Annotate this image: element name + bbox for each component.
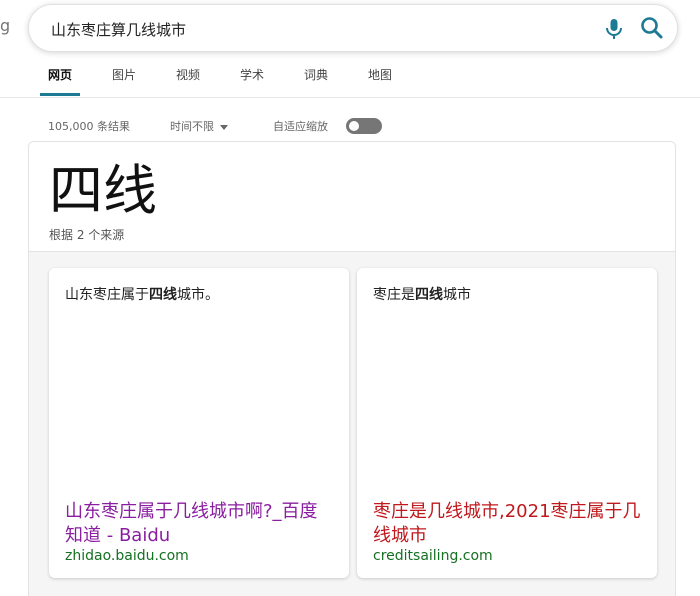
time-filter-label: 时间不限 bbox=[170, 120, 214, 133]
snippet-text: 山东枣庄属于 bbox=[65, 287, 149, 303]
tab-maps[interactable]: 地图 bbox=[360, 60, 400, 96]
tab-videos[interactable]: 视频 bbox=[168, 60, 208, 96]
snippet-highlight: 四线 bbox=[149, 287, 177, 303]
answer-source-note: 根据 2 个来源 bbox=[49, 228, 125, 242]
tab-label: 视频 bbox=[176, 68, 201, 82]
source-card: 山东枣庄属于四线城市。 山东枣庄属于几线城市啊?_百度知道 - Baidu zh… bbox=[49, 268, 349, 578]
tab-label: 词典 bbox=[304, 68, 329, 82]
tab-label: 网页 bbox=[48, 68, 73, 82]
tab-academic[interactable]: 学术 bbox=[232, 60, 272, 96]
tab-images[interactable]: 图片 bbox=[104, 60, 144, 96]
source-card: 枣庄是四线城市 枣庄是几线城市,2021枣庄属于几线城市 creditsaili… bbox=[357, 268, 657, 578]
microphone-icon[interactable] bbox=[603, 17, 625, 41]
search-icon[interactable] bbox=[639, 15, 665, 41]
snippet-text: 城市。 bbox=[177, 287, 219, 303]
tabs-divider bbox=[0, 97, 700, 98]
card-link-title[interactable]: 山东枣庄属于几线城市啊?_百度知道 - Baidu bbox=[65, 500, 335, 548]
adaptive-zoom-toggle[interactable] bbox=[346, 118, 382, 134]
search-box[interactable] bbox=[28, 4, 678, 52]
tab-label: 地图 bbox=[368, 68, 393, 82]
card-domain[interactable]: zhidao.baidu.com bbox=[65, 548, 189, 564]
chevron-down-icon bbox=[220, 124, 228, 130]
tab-label: 图片 bbox=[112, 68, 137, 82]
card-link-title[interactable]: 枣庄是几线城市,2021枣庄属于几线城市 bbox=[373, 500, 643, 548]
card-snippet: 山东枣庄属于四线城市。 bbox=[65, 286, 333, 304]
answer-title: 四线 bbox=[49, 159, 157, 222]
adaptive-zoom-label: 自适应缩放 bbox=[273, 120, 328, 133]
tab-dictionary[interactable]: 词典 bbox=[296, 60, 336, 96]
time-filter-dropdown[interactable]: 时间不限 bbox=[170, 118, 228, 134]
snippet-highlight: 四线 bbox=[415, 287, 443, 303]
card-snippet: 枣庄是四线城市 bbox=[373, 286, 641, 304]
snippet-text: 枣庄是 bbox=[373, 287, 415, 303]
logo-fragment: g bbox=[0, 16, 11, 35]
tab-label: 学术 bbox=[240, 68, 265, 82]
toggle-knob bbox=[349, 121, 359, 131]
card-domain[interactable]: creditsailing.com bbox=[373, 548, 493, 564]
result-count: 105,000 条结果 bbox=[48, 120, 130, 133]
search-input[interactable] bbox=[51, 17, 551, 41]
tab-web[interactable]: 网页 bbox=[40, 60, 81, 96]
answer-header: 四线 根据 2 个来源 bbox=[29, 142, 675, 252]
answer-panel: 四线 根据 2 个来源 山东枣庄属于四线城市。 山东枣庄属于几线城市啊?_百度知… bbox=[28, 141, 676, 596]
snippet-text: 城市 bbox=[443, 287, 471, 303]
